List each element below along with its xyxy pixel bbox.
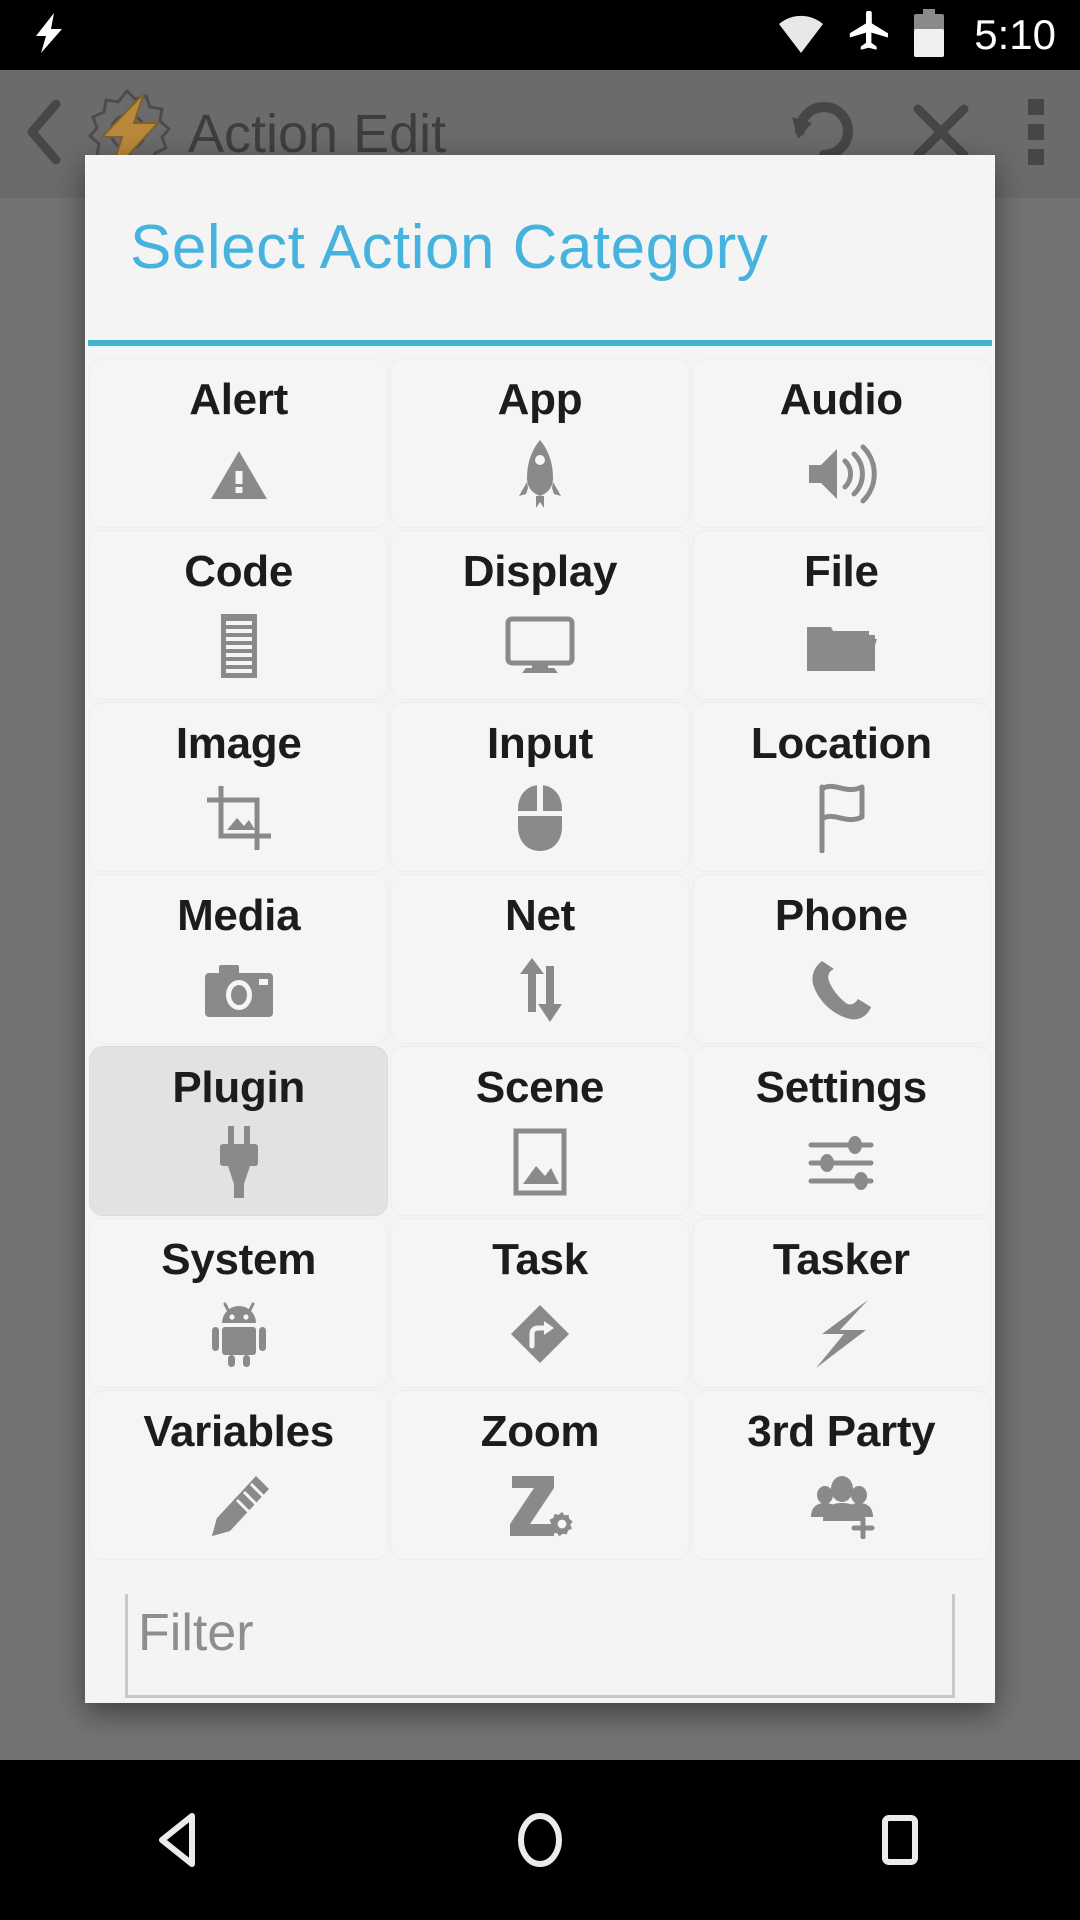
select-action-category-dialog: Select Action Category Alert App Audio Code… [85,155,995,1703]
rocket-icon [517,437,563,511]
diamond-arrow-icon [508,1297,572,1371]
category-label: Tasker [772,1235,910,1284]
lightning-bolt-icon [810,1297,872,1371]
category-cell-plugin[interactable]: Plugin [89,1046,389,1216]
category-label: App [497,375,583,424]
back-chevron-icon[interactable] [22,99,68,169]
category-cell-zoom[interactable]: Zoom [390,1390,690,1560]
category-label: Image [175,719,302,768]
category-label: System [161,1235,317,1284]
camera-icon [203,953,275,1027]
monitor-icon [504,609,576,683]
flag-icon [814,781,868,855]
category-cell-file[interactable]: File [691,530,991,700]
category-cell-input[interactable]: Input [390,702,690,872]
category-label: Display [462,547,618,596]
tasker-notification-icon [32,12,66,58]
category-label: Location [750,719,932,768]
back-triangle-icon[interactable] [100,1760,260,1920]
category-cell-task[interactable]: Task [390,1218,690,1388]
recents-square-icon[interactable] [820,1760,980,1920]
speaker-volume-icon [805,437,878,511]
dialog-title: Select Action Category [130,213,769,282]
phone-handset-icon [808,953,874,1027]
android-robot-icon [211,1297,266,1371]
category-label: Zoom [480,1407,600,1456]
category-grid: Alert App Audio Code Display File Image Input Lo… [85,350,995,1560]
status-bar-left [32,12,66,58]
category-label: Phone [774,891,908,940]
category-cell-display[interactable]: Display [390,530,690,700]
folder-icon [805,609,878,683]
category-cell-app[interactable]: App [390,358,690,528]
category-cell-scene[interactable]: Scene [390,1046,690,1216]
category-cell-system[interactable]: System [89,1218,389,1388]
status-bar-clock: 5:10 [974,11,1056,58]
system-navigation-bar [0,1760,1080,1920]
category-label: Net [504,891,575,940]
category-cell-net[interactable]: Net [390,874,690,1044]
filter-placeholder: Filter [138,1604,254,1662]
category-label: Task [492,1235,588,1284]
pencil-edit-icon [206,1469,272,1543]
category-cell-media[interactable]: Media [89,874,389,1044]
sliders-icon [805,1125,877,1199]
category-cell-tasker[interactable]: Tasker [691,1218,991,1388]
category-cell-image[interactable]: Image [89,702,389,872]
category-cell-phone[interactable]: Phone [691,874,991,1044]
category-label: Alert [189,375,289,424]
category-cell-alert[interactable]: Alert [89,358,389,528]
wifi-icon [778,12,824,59]
category-cell-audio[interactable]: Audio [691,358,991,528]
status-bar: 5:10 [0,0,1080,70]
category-label: Code [184,547,294,596]
up-down-arrows-icon [514,953,566,1027]
home-circle-icon[interactable] [460,1760,620,1920]
category-label: Settings [755,1063,927,1112]
category-label: Input [486,719,593,768]
battery-icon [912,8,946,62]
dialog-header: Select Action Category [85,155,995,340]
category-cell-3rd-party[interactable]: 3rd Party [691,1390,991,1560]
lined-document-icon [217,609,261,683]
category-label: 3rd Party [747,1407,936,1456]
power-plug-icon [214,1125,264,1199]
category-label: Variables [143,1407,334,1456]
status-bar-right: 5:10 [778,8,1056,62]
overflow-menu-icon[interactable] [1026,97,1046,172]
filter-input[interactable]: Filter [125,1594,955,1698]
add-people-icon [803,1469,879,1543]
phone-screen: 5:10 Action Edit Select Action Category … [0,0,1080,1920]
category-label: Scene [475,1063,605,1112]
category-label: Media [177,891,301,940]
filter-section: Filter [85,1560,995,1698]
category-label: Plugin [172,1063,305,1112]
category-cell-settings[interactable]: Settings [691,1046,991,1216]
airplane-mode-icon [846,9,890,60]
mouse-icon [516,781,564,855]
picture-frame-icon [513,1125,567,1199]
category-cell-location[interactable]: Location [691,702,991,872]
category-label: Audio [779,375,903,424]
category-cell-code[interactable]: Code [89,530,389,700]
warning-triangle-icon [208,437,270,511]
category-label: File [804,547,879,596]
z-gear-icon [506,1469,574,1543]
crop-image-icon [205,781,273,855]
category-cell-variables[interactable]: Variables [89,1390,389,1560]
